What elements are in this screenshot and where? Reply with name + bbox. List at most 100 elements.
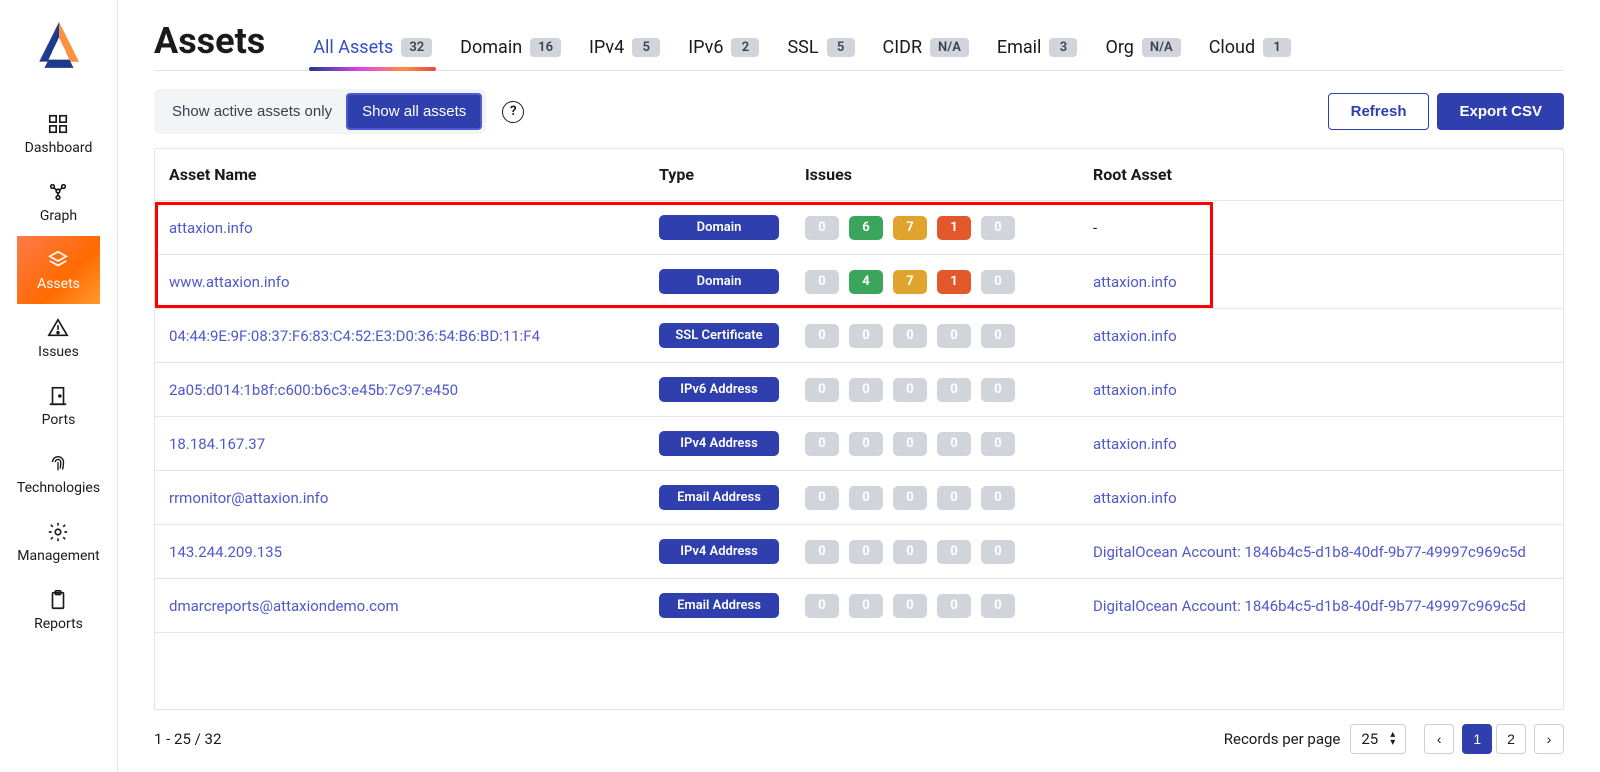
tab-label: IPv6 xyxy=(688,37,723,58)
tab-count-badge: 5 xyxy=(827,38,855,57)
clipboard-icon xyxy=(46,588,70,612)
asset-type-chip: Domain xyxy=(659,215,779,240)
issue-count-pill: 0 xyxy=(805,486,839,510)
issue-count-pill: 0 xyxy=(849,594,883,618)
issue-count-pill: 0 xyxy=(937,486,971,510)
root-asset-link[interactable]: DigitalOcean Account: 1846b4c5-d1b8-40df… xyxy=(1093,597,1526,615)
next-page-button[interactable]: › xyxy=(1534,724,1564,754)
caret-icon: ▴▾ xyxy=(1390,731,1395,747)
root-asset-link[interactable]: DigitalOcean Account: 1846b4c5-d1b8-40df… xyxy=(1093,543,1526,561)
issue-count-pill: 0 xyxy=(849,486,883,510)
issue-count-pill: 0 xyxy=(981,324,1015,348)
issue-count-pill: 0 xyxy=(849,432,883,456)
sidebar-item-assets[interactable]: Assets xyxy=(17,236,100,304)
sidebar-item-ports[interactable]: Ports xyxy=(17,372,100,440)
sidebar-item-label: Management xyxy=(17,548,99,564)
root-asset-link[interactable]: attaxion.info xyxy=(1093,381,1177,399)
tab-label: Email xyxy=(997,37,1042,58)
issues-pills: 00000 xyxy=(805,378,1065,402)
tab-label: Org xyxy=(1105,37,1133,58)
asset-name-link[interactable]: rrmonitor@attaxion.info xyxy=(169,489,328,507)
issue-count-pill: 0 xyxy=(805,594,839,618)
sidebar-item-reports[interactable]: Reports xyxy=(17,576,100,644)
issues-pills: 00000 xyxy=(805,432,1065,456)
tab-cloud[interactable]: Cloud1 xyxy=(1209,37,1291,70)
issue-count-pill: 0 xyxy=(805,378,839,402)
asset-name-link[interactable]: 04:44:9E:9F:08:37:F6:83:C4:52:E3:D0:36:5… xyxy=(169,327,540,345)
asset-name-link[interactable]: attaxion.info xyxy=(169,219,253,237)
sidebar: Dashboard Graph AssetsIssues Ports Technolog… xyxy=(0,0,118,772)
col-header-type[interactable]: Type xyxy=(645,149,791,201)
tab-ipv4[interactable]: IPv45 xyxy=(589,37,660,70)
tab-all-assets[interactable]: All Assets32 xyxy=(313,37,432,70)
tab-org[interactable]: Org N/A xyxy=(1105,37,1180,70)
issue-count-pill: 0 xyxy=(893,432,927,456)
col-header-asset-name[interactable]: Asset Name xyxy=(155,149,645,201)
asset-name-link[interactable]: dmarcreports@attaxiondemo.com xyxy=(169,597,399,615)
toolbar: Show active assets only Show all assets … xyxy=(154,89,1564,134)
show-all-button[interactable]: Show all assets xyxy=(346,93,482,130)
tab-label: SSL xyxy=(787,37,818,58)
graph-icon xyxy=(46,180,70,204)
table-row[interactable]: 04:44:9E:9F:08:37:F6:83:C4:52:E3:D0:36:5… xyxy=(155,309,1563,363)
door-icon xyxy=(46,384,70,408)
issue-count-pill: 1 xyxy=(937,216,971,240)
tab-domain[interactable]: Domain16 xyxy=(460,37,561,70)
table-row[interactable]: dmarcreports@attaxiondemo.comEmail Addre… xyxy=(155,579,1563,633)
issues-pills: 06710 xyxy=(805,216,1065,240)
page-button-1[interactable]: 1 xyxy=(1462,724,1492,754)
sidebar-item-management[interactable]: Management xyxy=(17,508,100,576)
sidebar-item-dashboard[interactable]: Dashboard xyxy=(17,100,100,168)
col-header-issues[interactable]: Issues xyxy=(791,149,1079,201)
tab-count-badge: 2 xyxy=(731,38,759,57)
table-row[interactable]: www.attaxion.infoDomain04710attaxion.inf… xyxy=(155,255,1563,309)
record-range-text: 1 - 25 / 32 xyxy=(154,730,221,748)
help-icon[interactable]: ? xyxy=(502,101,524,123)
dashboard-icon xyxy=(46,112,70,136)
issue-count-pill: 0 xyxy=(981,432,1015,456)
root-asset-link[interactable]: attaxion.info xyxy=(1093,327,1177,345)
table-row[interactable]: rrmonitor@attaxion.infoEmail Address0000… xyxy=(155,471,1563,525)
root-asset-link[interactable]: attaxion.info xyxy=(1093,489,1177,507)
asset-type-chip: SSL Certificate xyxy=(659,323,779,348)
table-row[interactable]: attaxion.infoDomain06710- xyxy=(155,201,1563,255)
tab-count-badge: N/A xyxy=(1142,38,1181,57)
issue-count-pill: 0 xyxy=(981,216,1015,240)
page-button-2[interactable]: 2 xyxy=(1496,724,1526,754)
table-row[interactable]: 18.184.167.37IPv4 Address00000attaxion.i… xyxy=(155,417,1563,471)
asset-name-link[interactable]: www.attaxion.info xyxy=(169,273,290,291)
sidebar-item-issues[interactable]: Issues xyxy=(17,304,100,372)
gear-icon xyxy=(46,520,70,544)
issue-count-pill: 0 xyxy=(849,540,883,564)
asset-name-link[interactable]: 143.244.209.135 xyxy=(169,543,282,561)
sidebar-item-label: Ports xyxy=(42,412,76,428)
issue-count-pill: 0 xyxy=(893,540,927,564)
col-header-root[interactable]: Root Asset xyxy=(1079,149,1563,201)
rpp-select[interactable]: 25 ▴▾ xyxy=(1350,724,1406,754)
refresh-button[interactable]: Refresh xyxy=(1328,93,1430,130)
prev-page-button[interactable]: ‹ xyxy=(1424,724,1454,754)
export-csv-button[interactable]: Export CSV xyxy=(1437,93,1564,130)
sidebar-item-technologies[interactable]: Technologies xyxy=(17,440,100,508)
tab-email[interactable]: Email3 xyxy=(997,37,1078,70)
tab-ipv6[interactable]: IPv6 2 xyxy=(688,37,759,70)
app-logo xyxy=(33,18,85,70)
table-row[interactable]: 2a05:d014:1b8f:c600:b6c3:e45b:7c97:e450I… xyxy=(155,363,1563,417)
alert-icon xyxy=(46,316,70,340)
sidebar-item-graph[interactable]: Graph xyxy=(17,168,100,236)
tab-cidr[interactable]: CIDRN/A xyxy=(883,37,969,70)
asset-name-link[interactable]: 2a05:d014:1b8f:c600:b6c3:e45b:7c97:e450 xyxy=(169,381,458,399)
show-active-only-button[interactable]: Show active assets only xyxy=(158,95,346,128)
sidebar-item-label: Reports xyxy=(34,616,83,632)
root-asset-link[interactable]: attaxion.info xyxy=(1093,435,1177,453)
root-asset-link[interactable]: attaxion.info xyxy=(1093,273,1177,291)
issues-pills: 00000 xyxy=(805,324,1065,348)
issue-count-pill: 7 xyxy=(893,216,927,240)
asset-type-chip: Email Address xyxy=(659,485,779,510)
issues-pills: 00000 xyxy=(805,540,1065,564)
table-row[interactable]: 143.244.209.135IPv4 Address00000DigitalO… xyxy=(155,525,1563,579)
asset-name-link[interactable]: 18.184.167.37 xyxy=(169,435,265,453)
issue-count-pill: 0 xyxy=(893,324,927,348)
tab-ssl[interactable]: SSL 5 xyxy=(787,37,854,70)
sidebar-item-label: Graph xyxy=(40,208,77,224)
